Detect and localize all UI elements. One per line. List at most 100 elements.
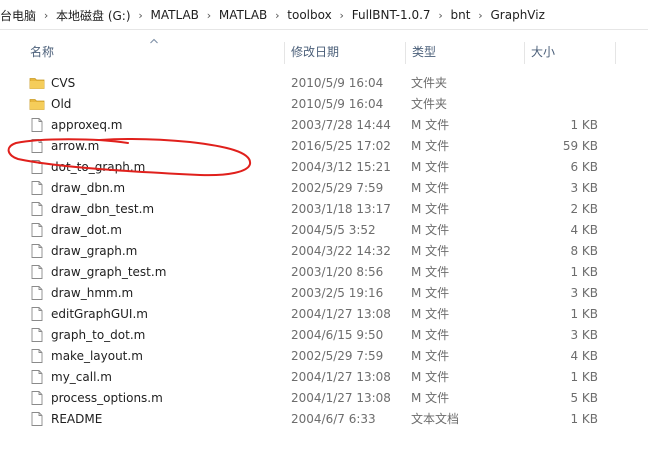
breadcrumb-item-fullbnt[interactable]: FullBNT-1.0.7: [350, 8, 433, 22]
breadcrumb-item-toolbox[interactable]: toolbox: [285, 8, 333, 22]
chevron-right-icon[interactable]: ›: [133, 9, 149, 22]
file-row[interactable]: draw_dbn_test.m 2003/1/18 13:17 M 文件 2 KB: [0, 199, 648, 220]
file-type: M 文件: [411, 391, 450, 405]
file-type: M 文件: [411, 244, 450, 258]
file-row[interactable]: draw_graph_test.m 2003/1/20 8:56 M 文件 1 KB: [0, 262, 648, 283]
file-name: dot_to_graph.m: [51, 160, 146, 174]
breadcrumb-item-this-pc[interactable]: 台电脑: [0, 7, 38, 24]
file-type: M 文件: [411, 265, 450, 279]
file-size: 1 KB: [570, 412, 598, 426]
document-icon: [29, 243, 45, 259]
file-date: 2002/5/29 7:59: [291, 181, 384, 195]
chevron-right-icon[interactable]: ›: [433, 9, 449, 22]
breadcrumb: 台电脑 › 本地磁盘 (G:) › MATLAB › MATLAB › tool…: [0, 0, 547, 30]
file-size: [518, 94, 598, 115]
column-name[interactable]: 名称: [24, 38, 284, 66]
file-row[interactable]: draw_dbn.m 2002/5/29 7:59 M 文件 3 KB: [0, 178, 648, 199]
file-date: 2004/1/27 13:08: [291, 370, 391, 384]
address-bar[interactable]: 台电脑 › 本地磁盘 (G:) › MATLAB › MATLAB › tool…: [0, 0, 648, 30]
file-type: M 文件: [411, 181, 450, 195]
document-icon: [29, 348, 45, 364]
file-size: [518, 73, 598, 94]
chevron-right-icon[interactable]: ›: [201, 9, 217, 22]
breadcrumb-item-graphviz[interactable]: GraphViz: [488, 8, 546, 22]
file-date: 2004/6/15 9:50: [291, 328, 384, 342]
file-size: 6 KB: [570, 160, 598, 174]
file-name: draw_dot.m: [51, 223, 122, 237]
file-size: 1 KB: [570, 307, 598, 321]
file-row[interactable]: graph_to_dot.m 2004/6/15 9:50 M 文件 3 KB: [0, 325, 648, 346]
file-size: 3 KB: [570, 328, 598, 342]
file-size: 3 KB: [570, 181, 598, 195]
file-row[interactable]: CVS 2010/5/9 16:04 文件夹: [0, 73, 648, 94]
file-size: 59 KB: [562, 139, 598, 153]
file-size: 2 KB: [570, 202, 598, 216]
file-size: 4 KB: [570, 349, 598, 363]
file-row[interactable]: process_options.m 2004/1/27 13:08 M 文件 5 KB: [0, 388, 648, 409]
file-name: draw_hmm.m: [51, 286, 134, 300]
file-name: my_call.m: [51, 370, 112, 384]
column-divider[interactable]: [615, 42, 616, 64]
file-date: 2004/3/22 14:32: [291, 244, 391, 258]
file-type: M 文件: [411, 223, 450, 237]
file-date: 2010/5/9 16:04: [291, 76, 384, 90]
document-icon: [29, 327, 45, 343]
chevron-right-icon[interactable]: ›: [269, 9, 285, 22]
file-row[interactable]: my_call.m 2004/1/27 13:08 M 文件 1 KB: [0, 367, 648, 388]
file-size: 1 KB: [570, 370, 598, 384]
file-name: README: [51, 412, 103, 426]
document-icon: [29, 180, 45, 196]
column-header: 名称 修改日期 类型 大小: [0, 38, 648, 66]
file-row[interactable]: make_layout.m 2002/5/29 7:59 M 文件 4 KB: [0, 346, 648, 367]
file-date: 2016/5/25 17:02: [291, 139, 391, 153]
chevron-right-icon[interactable]: ›: [38, 9, 54, 22]
file-name: draw_dbn_test.m: [51, 202, 155, 216]
file-name: make_layout.m: [51, 349, 143, 363]
file-explorer: 台电脑 › 本地磁盘 (G:) › MATLAB › MATLAB › tool…: [0, 0, 648, 468]
file-size: 4 KB: [570, 223, 598, 237]
file-row[interactable]: approxeq.m 2003/7/28 14:44 M 文件 1 KB: [0, 115, 648, 136]
file-row[interactable]: draw_hmm.m 2003/2/5 19:16 M 文件 3 KB: [0, 283, 648, 304]
file-name: approxeq.m: [51, 118, 123, 132]
file-name: draw_dbn.m: [51, 181, 126, 195]
document-icon: [29, 201, 45, 217]
document-icon: [29, 285, 45, 301]
file-name: draw_graph_test.m: [51, 265, 167, 279]
column-type[interactable]: 类型: [406, 38, 524, 66]
document-icon: [29, 306, 45, 322]
breadcrumb-item-drive[interactable]: 本地磁盘 (G:): [54, 7, 133, 24]
document-icon: [29, 117, 45, 133]
document-icon: [29, 264, 45, 280]
column-date[interactable]: 修改日期: [285, 38, 405, 66]
breadcrumb-item-bnt[interactable]: bnt: [449, 8, 473, 22]
breadcrumb-item-matlab-sub[interactable]: MATLAB: [217, 8, 269, 22]
file-type: M 文件: [411, 286, 450, 300]
column-size[interactable]: 大小: [525, 38, 615, 66]
file-date: 2004/1/27 13:08: [291, 391, 391, 405]
file-size: 8 KB: [570, 244, 598, 258]
file-row[interactable]: draw_graph.m 2004/3/22 14:32 M 文件 8 KB: [0, 241, 648, 262]
file-row[interactable]: draw_dot.m 2004/5/5 3:52 M 文件 4 KB: [0, 220, 648, 241]
document-icon: [29, 159, 45, 175]
file-date: 2010/5/9 16:04: [291, 97, 384, 111]
file-date: 2003/1/20 8:56: [291, 265, 384, 279]
file-date: 2004/3/12 15:21: [291, 160, 391, 174]
file-type: M 文件: [411, 328, 450, 342]
file-size: 5 KB: [570, 391, 598, 405]
file-name: editGraphGUI.m: [51, 307, 148, 321]
file-row[interactable]: README 2004/6/7 6:33 文本文档 1 KB: [0, 409, 648, 430]
file-date: 2004/6/7 6:33: [291, 412, 376, 426]
file-type: M 文件: [411, 202, 450, 216]
document-icon: [29, 138, 45, 154]
file-row[interactable]: arrow.m 2016/5/25 17:02 M 文件 59 KB: [0, 136, 648, 157]
folder-icon: [29, 96, 45, 112]
chevron-right-icon[interactable]: ›: [472, 9, 488, 22]
file-type: M 文件: [411, 307, 450, 321]
file-type: M 文件: [411, 370, 450, 384]
file-row[interactable]: Old 2010/5/9 16:04 文件夹: [0, 94, 648, 115]
file-row[interactable]: editGraphGUI.m 2004/1/27 13:08 M 文件 1 KB: [0, 304, 648, 325]
document-icon: [29, 369, 45, 385]
breadcrumb-item-matlab[interactable]: MATLAB: [149, 8, 201, 22]
chevron-right-icon[interactable]: ›: [334, 9, 350, 22]
file-row[interactable]: dot_to_graph.m 2004/3/12 15:21 M 文件 6 KB: [0, 157, 648, 178]
